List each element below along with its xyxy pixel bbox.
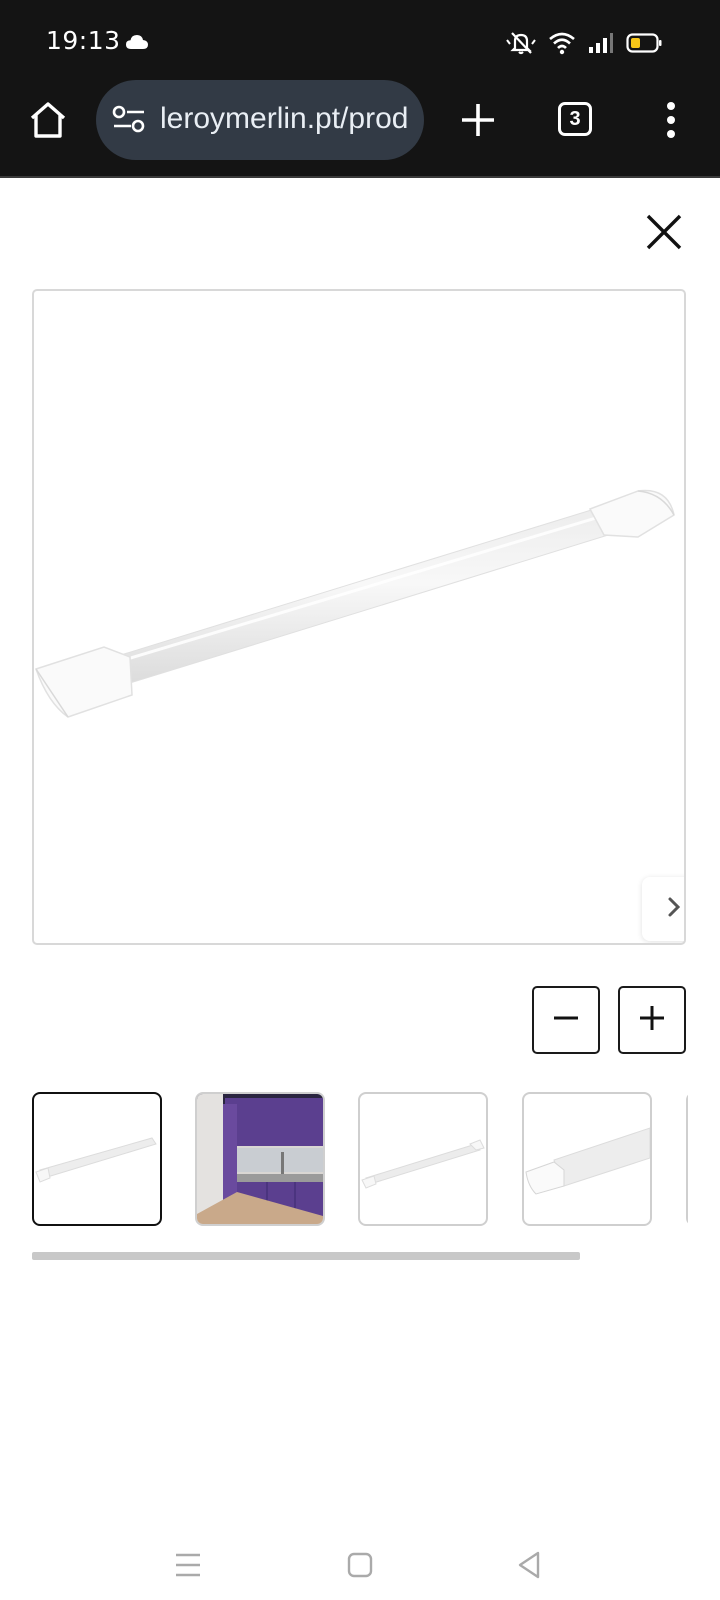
wifi-icon: [548, 31, 576, 60]
close-icon: [644, 214, 684, 256]
menu-dots-icon: [654, 102, 688, 144]
signal-icon: [588, 31, 614, 60]
plus-icon: [456, 104, 500, 146]
thumbnail-3[interactable]: [358, 1092, 488, 1226]
address-bar[interactable]: leroymerlin.pt/produtos: [96, 80, 424, 160]
status-bar: 19:13: [0, 0, 720, 84]
thumbnail-4[interactable]: [522, 1092, 652, 1226]
home-button[interactable]: [26, 98, 70, 142]
next-image-button[interactable]: [642, 877, 684, 941]
home-square-icon[interactable]: [347, 1552, 373, 1583]
recents-icon[interactable]: [174, 1552, 202, 1583]
browser-toolbar: leroymerlin.pt/produtos 3: [0, 80, 720, 178]
zoom-in-button[interactable]: [618, 986, 686, 1054]
thumbnail-1[interactable]: [32, 1092, 162, 1226]
home-icon: [26, 102, 70, 146]
thumbnail-image: [361, 1139, 485, 1189]
system-navigation-bar: [0, 1530, 720, 1600]
led-batten-image: [35, 489, 675, 718]
thumbnail-image: [197, 1094, 323, 1224]
battery-icon: [626, 32, 662, 59]
thumbnail-image: [525, 1127, 650, 1195]
url-text: leroymerlin.pt/produtos: [160, 102, 410, 135]
tab-switcher-button[interactable]: 3: [558, 102, 592, 136]
thumbnail-scrollbar[interactable]: [32, 1252, 580, 1260]
mute-icon: [506, 30, 536, 61]
zoom-out-button[interactable]: [532, 986, 600, 1054]
menu-button[interactable]: [654, 100, 688, 140]
thumbnail-strip[interactable]: [32, 1092, 688, 1228]
status-icons: [506, 30, 662, 61]
zoom-out-icon: [551, 1003, 581, 1038]
product-image-viewer[interactable]: [32, 289, 686, 945]
back-icon[interactable]: [516, 1550, 542, 1585]
chevron-right-icon: [664, 896, 684, 923]
site-settings-icon[interactable]: [112, 104, 146, 139]
close-button[interactable]: [644, 212, 684, 252]
cloud-icon: [126, 34, 148, 55]
thumbnail-5[interactable]: [686, 1092, 688, 1226]
status-time: 19:13: [46, 26, 121, 55]
thumbnail-2[interactable]: [195, 1092, 325, 1226]
thumbnail-image: [35, 1137, 157, 1183]
new-tab-button[interactable]: [456, 98, 500, 142]
zoom-in-icon: [637, 1003, 667, 1038]
